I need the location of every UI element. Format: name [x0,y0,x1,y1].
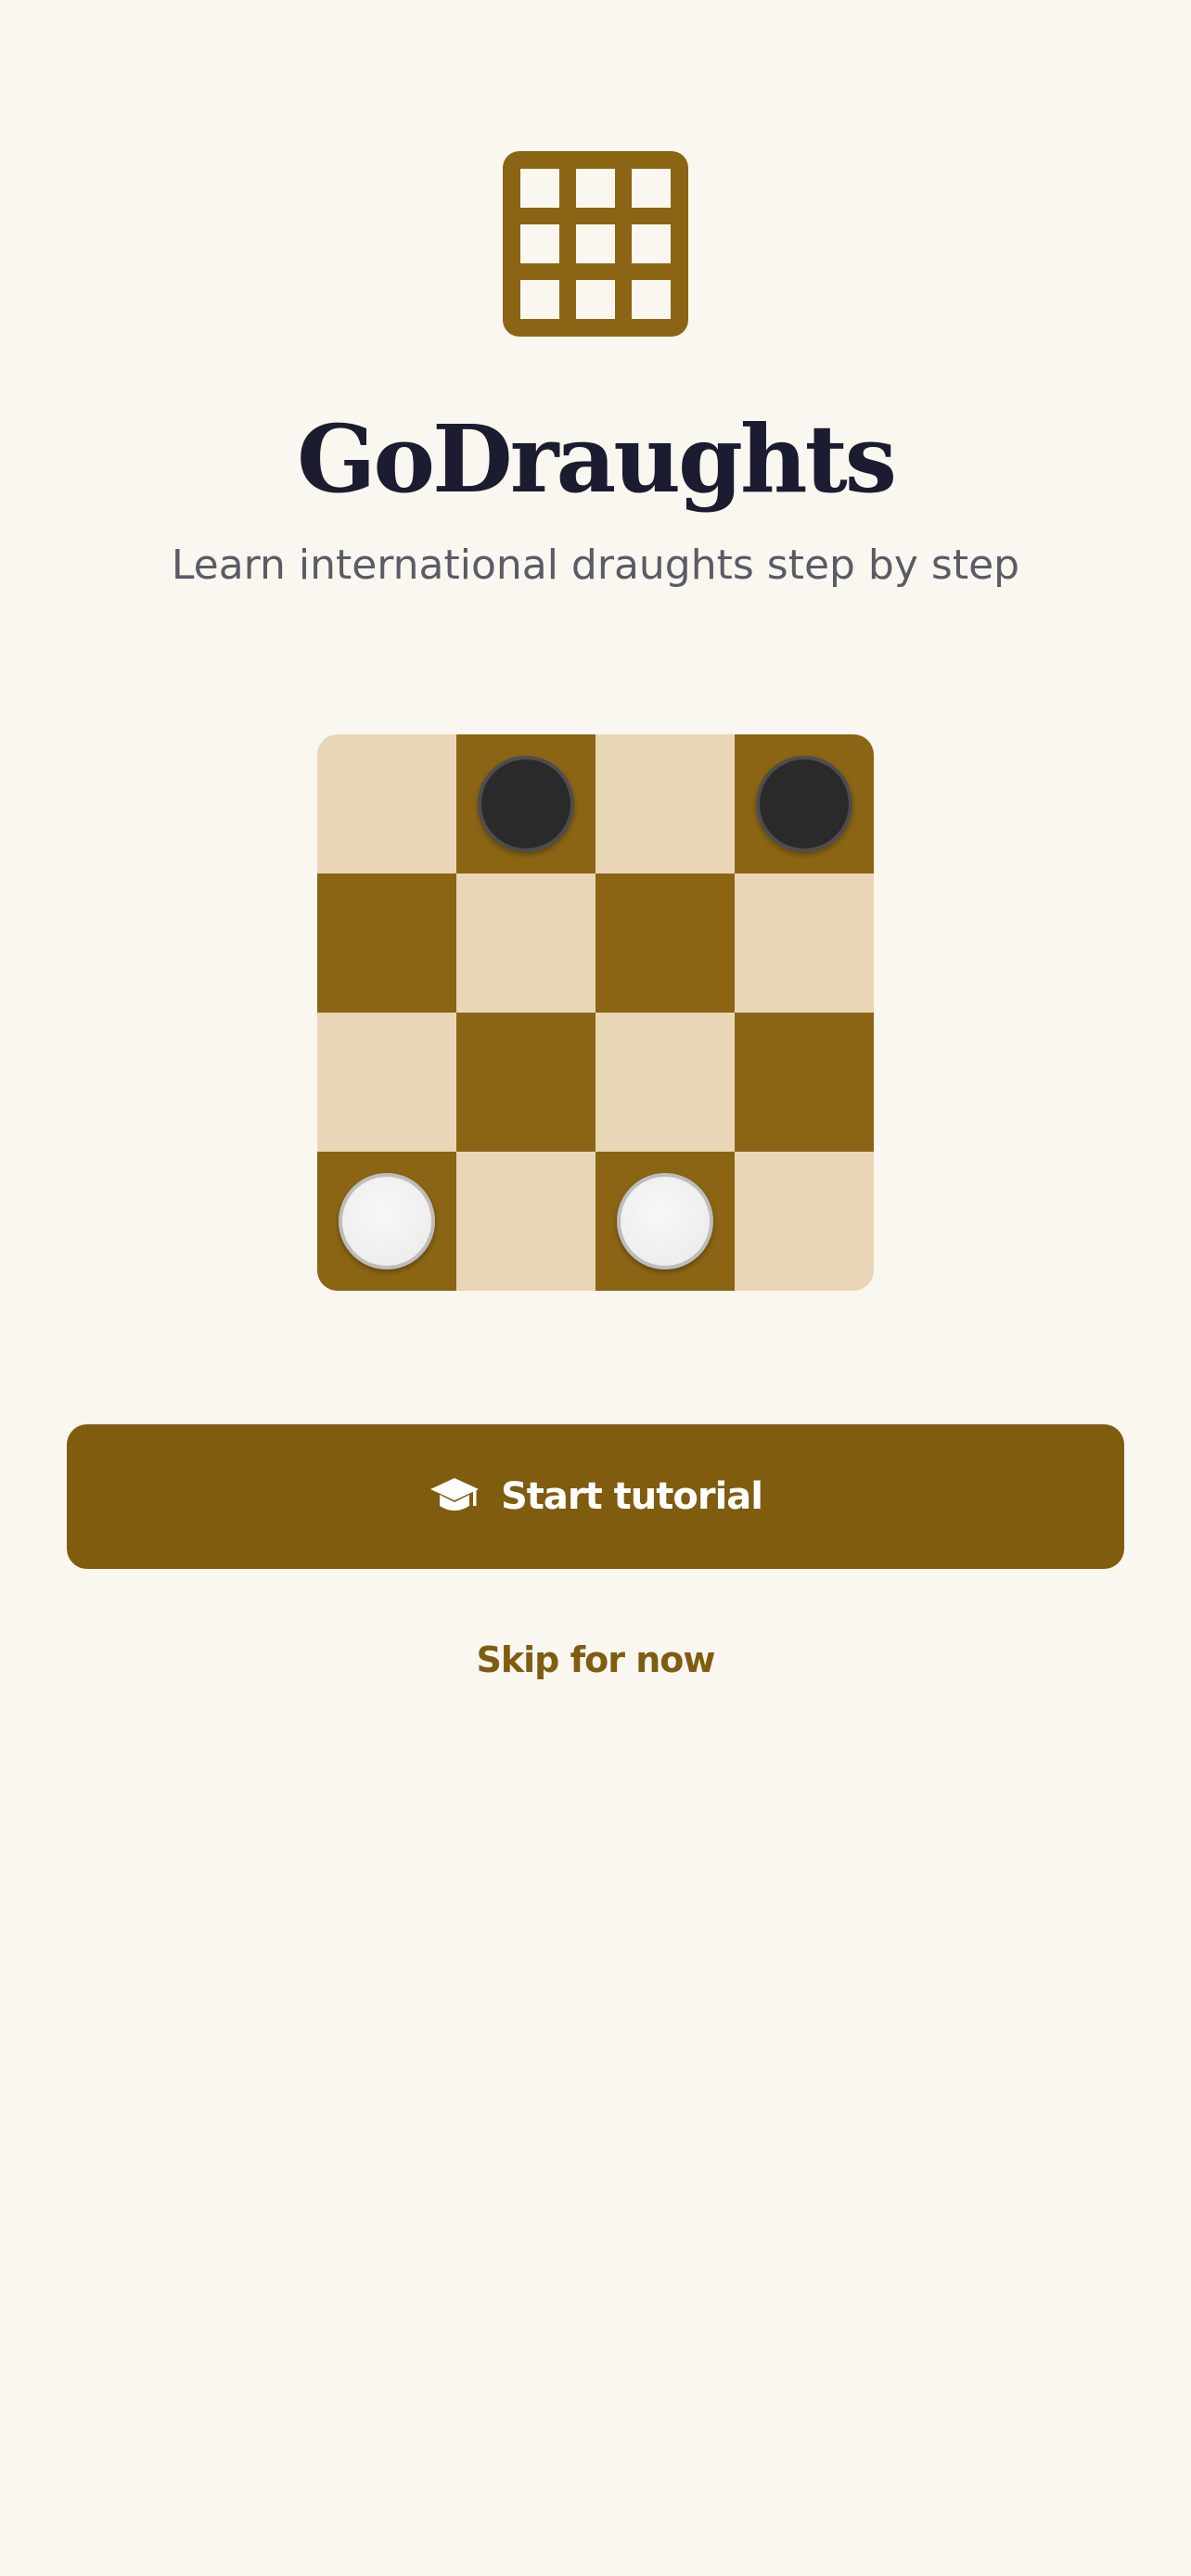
draughts-board-preview [317,734,874,1291]
board-square-light [596,734,735,874]
app-logo [503,151,688,337]
board-graphic [317,734,874,1291]
app-subtitle: Learn international draughts step by ste… [171,542,1020,589]
black-piece [756,756,852,852]
start-tutorial-label: Start tutorial [500,1475,763,1518]
white-piece [617,1173,713,1269]
board-square-light [735,874,874,1013]
board-square-light [317,1013,456,1152]
logo-cell [520,169,559,208]
logo-cell [576,169,615,208]
board-square-dark [596,874,735,1013]
logo-cell [632,224,671,263]
logo-cell [520,224,559,263]
board-square-light [456,1152,596,1291]
logo-cell [576,224,615,263]
logo-cell [632,280,671,319]
logo-cell [632,169,671,208]
board-square-light [317,734,456,874]
white-piece [339,1173,435,1269]
board-square-light [596,1013,735,1152]
graduation-cap-icon [429,1478,479,1511]
board-square-dark [735,1013,874,1152]
board-square-light [735,1152,874,1291]
app-title: GoDraughts [296,404,897,514]
black-piece [478,756,574,852]
skip-for-now-link[interactable]: Skip for now [0,1627,1191,1692]
logo-cell [520,280,559,319]
board-square-dark [456,1013,596,1152]
board-square-dark [317,874,456,1013]
board-square-light [456,874,596,1013]
start-tutorial-button[interactable]: Start tutorial [67,1424,1124,1569]
logo-cell [576,280,615,319]
grid-icon [503,151,688,337]
